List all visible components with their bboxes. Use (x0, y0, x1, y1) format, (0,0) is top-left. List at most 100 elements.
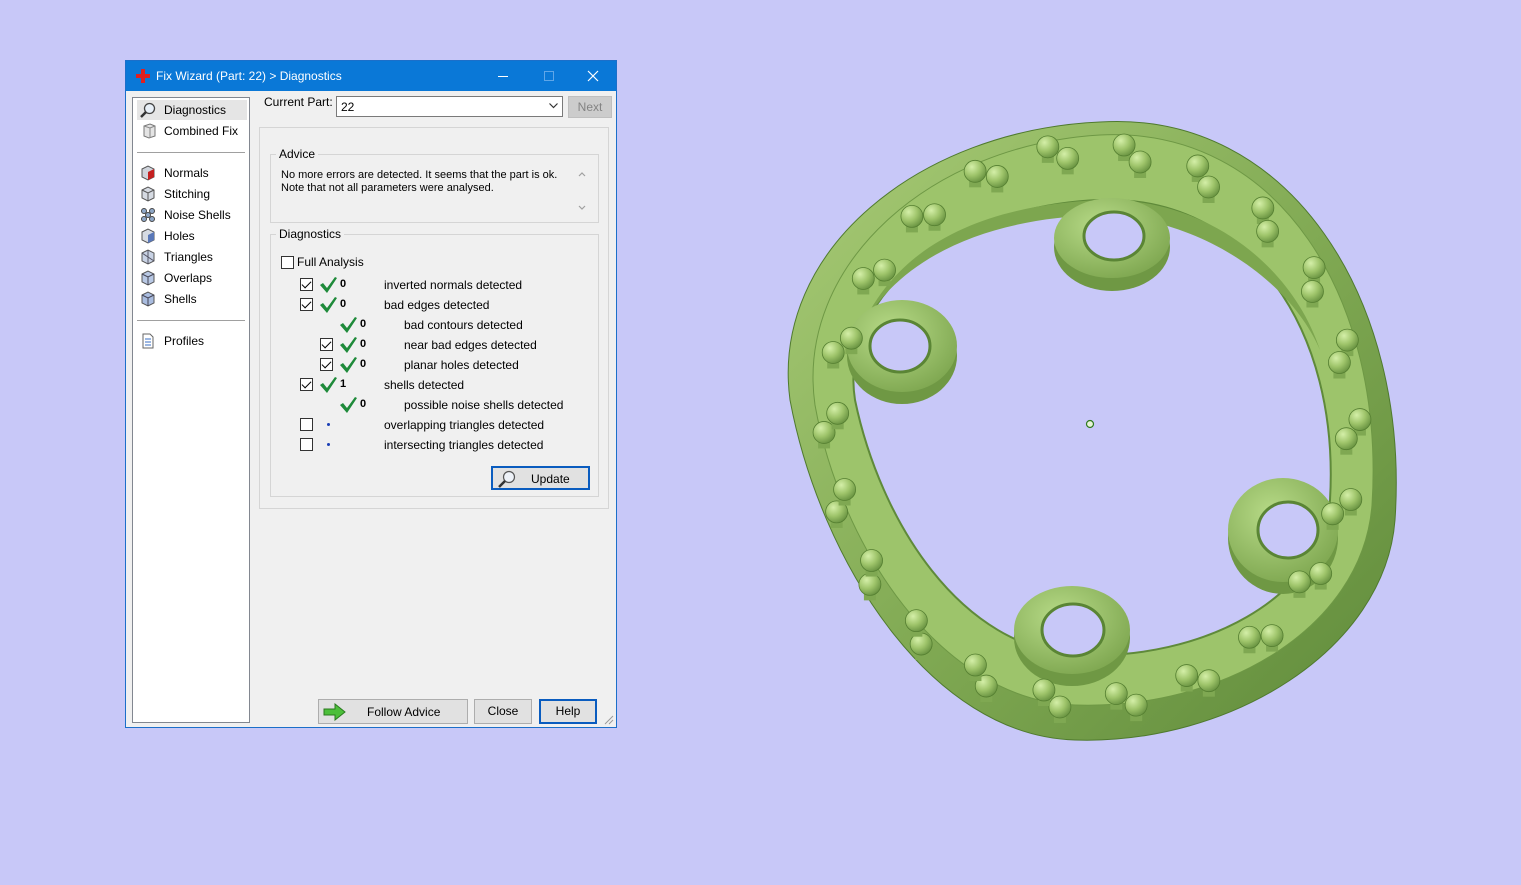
diagnostics-group: Diagnostics Full Analysis Update 0 invert… (270, 227, 599, 497)
diagnostics-label: Diagnostics (276, 227, 345, 241)
sidebar-item-label: Triangles (164, 250, 213, 264)
window-title: Fix Wizard (Part: 22) > Diagnostics (156, 69, 342, 83)
diagnostic-row: 1 shells detected (271, 375, 598, 395)
diagnostic-row: 0 bad edges detected (271, 295, 598, 315)
diagnostic-checkbox[interactable] (300, 298, 313, 311)
resize-grip-icon[interactable] (604, 715, 614, 725)
checkmark-icon (340, 397, 357, 413)
current-part-label: Current Part: (264, 95, 333, 109)
close-window-button[interactable] (570, 61, 616, 91)
diagnostic-row: 0 inverted normals detected (271, 275, 598, 295)
cube-stack-icon (143, 123, 156, 139)
sidebar-item-label: Diagnostics (164, 103, 227, 117)
stitching-cube-icon (141, 186, 155, 202)
sidebar-item-label: Overlaps (164, 271, 213, 285)
sidebar-item-diagnostics[interactable]: Diagnostics (137, 100, 247, 120)
sidebar-item-label: Profiles (164, 334, 205, 348)
sidebar-item-overlaps[interactable]: Overlaps (137, 268, 247, 288)
checkmark-icon (340, 337, 357, 353)
center-marker-icon (1085, 419, 1095, 429)
advice-scrollbar[interactable] (576, 169, 588, 213)
checkmark-icon (320, 277, 337, 293)
sidebar-item-label: Noise Shells (164, 208, 231, 222)
diagnostic-count: 0 (360, 338, 367, 350)
sidebar-divider (137, 320, 245, 321)
diagnostic-label: bad contours detected (404, 318, 523, 332)
diagnostic-count: 1 (340, 378, 347, 390)
advice-group: Advice No more errors are detected. It s… (270, 147, 599, 223)
holes-cube-icon (141, 228, 155, 244)
sidebar-item-label: Shells (164, 292, 197, 306)
next-button[interactable]: Next (568, 96, 612, 118)
chevron-down-icon (549, 103, 558, 109)
follow-advice-label: Follow Advice (367, 705, 441, 719)
pending-dot-icon (327, 423, 330, 426)
diagnostic-checkbox[interactable] (300, 278, 313, 291)
diagnostic-checkbox[interactable] (300, 438, 313, 451)
full-analysis-checkbox[interactable] (281, 256, 294, 269)
sidebar-item-combined-fix[interactable]: Combined Fix (137, 121, 247, 141)
diagnostic-label: bad edges detected (384, 298, 490, 312)
diagnostic-row: overlapping triangles detected (271, 415, 598, 435)
checkmark-icon (320, 297, 337, 313)
arrow-right-icon (323, 703, 346, 721)
minimize-icon (498, 76, 508, 77)
current-part-select[interactable]: 22 (336, 96, 563, 117)
current-part-value: 22 (341, 100, 355, 114)
checkmark-icon (320, 377, 337, 393)
sidebar-item-normals[interactable]: Normals (137, 163, 247, 183)
checkmark-icon (340, 317, 357, 333)
sidebar-item-label: Stitching (164, 187, 211, 201)
red-cross-app-icon (136, 69, 150, 83)
sidebar-item-holes[interactable]: Holes (137, 226, 247, 246)
sidebar-item-label: Combined Fix (164, 124, 239, 138)
diagnostic-checkbox[interactable] (320, 358, 333, 371)
follow-advice-button[interactable]: Follow Advice (318, 699, 468, 724)
sidebar-item-profiles[interactable]: Profiles (137, 331, 247, 351)
diagnostic-count: 0 (360, 318, 367, 330)
diagnostic-count: 0 (340, 298, 347, 310)
noise-shells-icon (141, 208, 155, 222)
close-button[interactable]: Close (474, 699, 532, 724)
diagnostic-row: intersecting triangles detected (271, 435, 598, 455)
title-bar[interactable]: Fix Wizard (Part: 22) > Diagnostics (126, 61, 616, 91)
maximize-icon (544, 71, 554, 81)
diagnostic-label: intersecting triangles detected (384, 438, 544, 452)
mounting-tab[interactable] (1014, 586, 1130, 686)
diagnostic-row: 0 bad contours detected (271, 315, 598, 335)
diagnostic-count: 0 (340, 278, 347, 290)
checkmark-icon (340, 357, 357, 373)
diagnostic-label: near bad edges detected (404, 338, 537, 352)
diagnostic-count: 0 (360, 398, 367, 410)
sidebar-divider (137, 152, 245, 153)
minimize-button[interactable] (480, 61, 526, 91)
diagnostics-panel: Advice No more errors are detected. It s… (259, 127, 609, 509)
normals-cube-icon (141, 165, 155, 181)
magnifier-icon (498, 470, 516, 488)
diagnostic-row: 0 possible noise shells detected (271, 395, 598, 415)
sidebar-item-triangles[interactable]: Triangles (137, 247, 247, 267)
sidebar-item-noise-shells[interactable]: Noise Shells (137, 205, 247, 225)
diagnostic-checkbox[interactable] (300, 418, 313, 431)
sidebar-item-label: Holes (164, 229, 195, 243)
diagnostic-row: 0 near bad edges detected (271, 335, 598, 355)
mounting-tab[interactable] (847, 300, 957, 404)
diagnostic-label: possible noise shells detected (404, 398, 564, 412)
mounting-tab[interactable] (1054, 198, 1170, 291)
update-button[interactable]: Update (491, 466, 590, 490)
diagnostic-label: shells detected (384, 378, 465, 392)
diagnostic-label: planar holes detected (404, 358, 519, 372)
diagnostic-checkbox[interactable] (300, 378, 313, 391)
sidebar-item-shells[interactable]: Shells (137, 289, 247, 309)
maximize-button[interactable] (526, 61, 572, 91)
update-label: Update (531, 472, 570, 486)
document-icon (142, 333, 154, 349)
sidebar-item-label: Normals (164, 166, 209, 180)
diagnostic-row: 0 planar holes detected (271, 355, 598, 375)
diagnostic-label: inverted normals detected (384, 278, 523, 292)
help-button[interactable]: Help (539, 699, 597, 724)
diagnostic-label: overlapping triangles detected (384, 418, 545, 432)
sidebar-item-stitching[interactable]: Stitching (137, 184, 247, 204)
diagnostic-checkbox[interactable] (320, 338, 333, 351)
shells-cube-icon (141, 291, 155, 307)
